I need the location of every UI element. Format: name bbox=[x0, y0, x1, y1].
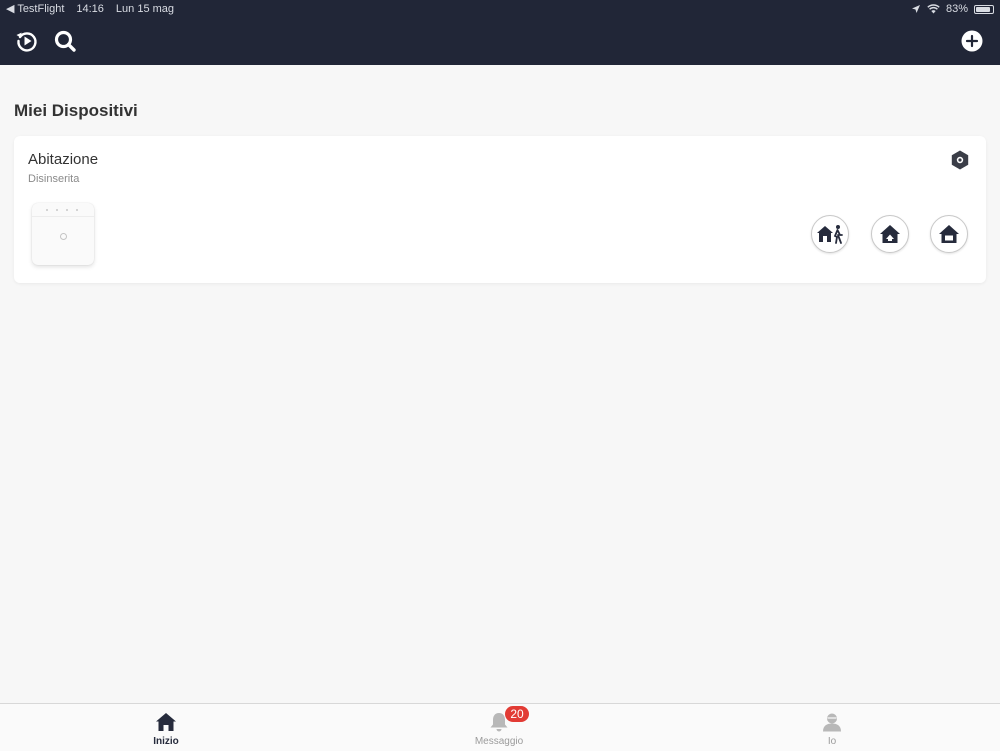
battery-percent: 83% bbox=[945, 3, 968, 15]
hub-device-image bbox=[32, 203, 94, 265]
message-count-badge: 20 bbox=[505, 706, 529, 722]
away-arm-button[interactable] bbox=[811, 215, 849, 253]
hexagon-settings-icon[interactable] bbox=[950, 150, 970, 170]
battery-icon bbox=[974, 4, 994, 14]
location-icon bbox=[911, 5, 920, 13]
user-icon bbox=[823, 713, 841, 732]
status-time: 14:16 bbox=[76, 3, 104, 15]
device-status: Disinserita bbox=[28, 173, 80, 185]
tab-label: Io bbox=[827, 736, 837, 747]
add-icon[interactable] bbox=[959, 28, 985, 54]
tab-label: Messaggio bbox=[474, 736, 524, 747]
tab-io[interactable]: Io bbox=[772, 704, 892, 751]
tab-label: Inizio bbox=[153, 736, 179, 747]
device-name: Abitazione bbox=[28, 151, 99, 168]
hub-logo bbox=[60, 233, 67, 240]
away-arm-icon bbox=[817, 225, 843, 244]
home-icon bbox=[156, 713, 176, 731]
bottom-tab-bar: Inizio 20 Messaggio Io bbox=[0, 703, 1000, 751]
back-to-app-link[interactable]: ◀ TestFlight bbox=[6, 0, 64, 18]
tab-inizio[interactable]: Inizio bbox=[106, 704, 226, 751]
playback-icon[interactable] bbox=[14, 28, 40, 54]
device-card[interactable]: Abitazione Disinserita bbox=[14, 136, 986, 283]
stay-arm-button[interactable] bbox=[871, 215, 909, 253]
stay-arm-icon bbox=[880, 225, 900, 243]
section-title: Miei Dispositivi bbox=[14, 101, 138, 120]
disarm-icon bbox=[939, 225, 959, 243]
status-bar: ◀ TestFlight 14:16 Lun 15 mag 83% bbox=[0, 0, 1000, 18]
top-nav-bar bbox=[0, 18, 1000, 65]
search-icon[interactable] bbox=[52, 28, 78, 54]
tab-messaggio[interactable]: 20 Messaggio bbox=[439, 704, 559, 751]
wifi-icon bbox=[927, 4, 940, 14]
main-content: Miei Dispositivi Abitazione Disinserita bbox=[0, 65, 1000, 703]
disarm-button[interactable] bbox=[930, 215, 968, 253]
status-date: Lun 15 mag bbox=[115, 3, 175, 15]
